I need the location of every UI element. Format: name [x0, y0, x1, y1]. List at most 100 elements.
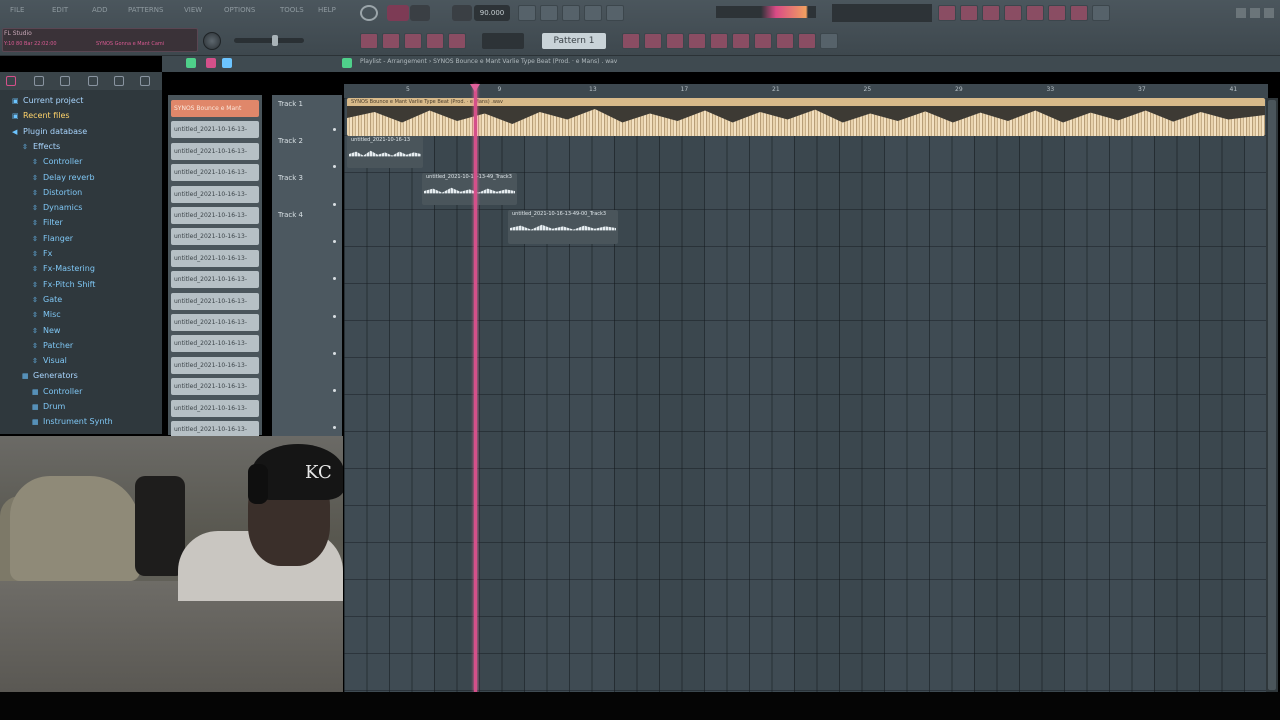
- clip-chip[interactable]: untitled_2021-10-16-13-: [171, 271, 259, 289]
- snap-magnet-icon[interactable]: [186, 58, 196, 68]
- browser-item-gate[interactable]: ⇳ Gate: [32, 295, 62, 304]
- play-button[interactable]: [387, 5, 409, 21]
- one-click-audio-button[interactable]: [1092, 5, 1110, 21]
- piano-roll-button[interactable]: [960, 5, 978, 21]
- arrangement-icon[interactable]: [342, 58, 352, 68]
- clip-chip[interactable]: untitled_2021-10-16-13-: [171, 228, 259, 246]
- browser-item-patcher[interactable]: ⇳ Patcher: [32, 341, 73, 350]
- track-label-1[interactable]: Track 1: [278, 100, 303, 108]
- scrollbar-thumb[interactable]: [1268, 100, 1276, 690]
- browser-item-dynamics[interactable]: ⇳ Dynamics: [32, 203, 82, 212]
- menu-file[interactable]: FILE: [10, 6, 24, 14]
- browser-item-distortion[interactable]: ⇳ Distortion: [32, 188, 82, 197]
- clip-chip-selected[interactable]: SYNOS Bounce e Mant: [171, 100, 259, 117]
- menu-help[interactable]: HELP: [318, 6, 336, 14]
- close-icon[interactable]: [1264, 8, 1274, 18]
- tool-b-icon[interactable]: [776, 33, 794, 49]
- tool-zoom-icon[interactable]: [688, 33, 706, 49]
- clip-chip[interactable]: untitled_2021-10-16-13-: [171, 378, 259, 396]
- mute-tool-icon[interactable]: [448, 33, 466, 49]
- browser-item-flanger[interactable]: ⇳ Flanger: [32, 234, 73, 243]
- tempo-display[interactable]: 90.000: [474, 5, 510, 21]
- menu-add[interactable]: ADD: [92, 6, 108, 14]
- loop-record-button[interactable]: [606, 5, 624, 21]
- track-label-2[interactable]: Track 2: [278, 137, 303, 145]
- playhead[interactable]: [474, 84, 477, 692]
- browser-item-current-project[interactable]: ▣ Current project: [12, 96, 83, 105]
- menu-options[interactable]: OPTIONS: [224, 6, 255, 14]
- menu-view[interactable]: VIEW: [184, 6, 202, 14]
- browser-item-generators[interactable]: ▦ Generators: [22, 371, 78, 380]
- metronome-button[interactable]: [518, 5, 536, 21]
- clip-chip[interactable]: untitled_2021-10-16-13-: [171, 164, 259, 182]
- browser-back-icon[interactable]: [60, 76, 70, 86]
- browser-item-fx[interactable]: ⇳ Fx: [32, 249, 52, 258]
- browser-item-plugin-database[interactable]: ◀ Plugin database: [12, 127, 87, 136]
- browser-collapse-icon[interactable]: [34, 76, 44, 86]
- paint-icon[interactable]: [206, 58, 216, 68]
- audio-clip-track4[interactable]: untitled_2021-10-16-13-49-00_Track3: [508, 210, 618, 244]
- pattern-step-box[interactable]: [482, 33, 524, 49]
- wait-input-button[interactable]: [540, 5, 558, 21]
- clip-chip[interactable]: untitled_2021-10-16-13-: [171, 314, 259, 331]
- clip-chip[interactable]: untitled_2021-10-16-13-: [171, 335, 259, 353]
- browser-item-misc[interactable]: ⇳ Misc: [32, 310, 61, 319]
- track-label-4[interactable]: Track 4: [278, 211, 303, 219]
- mixer-button[interactable]: [1004, 5, 1022, 21]
- tool-slip-icon[interactable]: [622, 33, 640, 49]
- browser-item-instrument-synth[interactable]: ▦ Instrument Synth: [32, 417, 113, 426]
- browser-item-effects[interactable]: ⇳ Effects: [22, 142, 60, 151]
- snap-button[interactable]: [360, 33, 378, 49]
- clip-chip[interactable]: untitled_2021-10-16-13-: [171, 121, 259, 139]
- tool-a-icon[interactable]: [754, 33, 772, 49]
- browser-item-delay-reverb[interactable]: ⇳ Delay reverb: [32, 173, 95, 182]
- clip-chip[interactable]: untitled_2021-10-16-13-: [171, 356, 259, 374]
- browser-item-filter[interactable]: ⇳ Filter: [32, 218, 63, 227]
- tool-playback-icon[interactable]: [710, 33, 728, 49]
- delete-tool-icon[interactable]: [426, 33, 444, 49]
- browser-item-new[interactable]: ⇳ New: [32, 326, 60, 335]
- maximize-icon[interactable]: [1250, 8, 1260, 18]
- audio-clip-track3[interactable]: untitled_2021-10-16-13-49_Track3: [422, 173, 517, 205]
- minimize-icon[interactable]: [1236, 8, 1246, 18]
- menu-tools[interactable]: TOOLS: [280, 6, 304, 14]
- pattern-selector[interactable]: Pattern 1: [542, 33, 606, 49]
- tool-select-icon[interactable]: [666, 33, 684, 49]
- clip-chip[interactable]: untitled_2021-10-16-13-: [171, 207, 259, 224]
- tool-slice-icon[interactable]: [644, 33, 662, 49]
- mixer-quick-icon[interactable]: [732, 33, 750, 49]
- browser-item-fx-pitch-shift[interactable]: ⇳ Fx-Pitch Shift: [32, 280, 95, 289]
- browser-button[interactable]: [1026, 5, 1044, 21]
- browser-star-icon[interactable]: [114, 76, 124, 86]
- audio-clip-main[interactable]: SYNOS Bounce e Mant Varlie Type Beat (Pr…: [347, 98, 1265, 136]
- clip-chip[interactable]: untitled_2021-10-16-13-: [171, 399, 259, 417]
- blend-notes-button[interactable]: [584, 5, 602, 21]
- draw-tool-icon[interactable]: [382, 33, 400, 49]
- clip-chip[interactable]: untitled_2021-10-16-13-: [171, 292, 259, 310]
- browser-search-icon[interactable]: [88, 76, 98, 86]
- clip-chip[interactable]: untitled_2021-10-16-13-: [171, 249, 259, 267]
- browser-item-recent-files[interactable]: ▣ Recent files: [12, 111, 70, 120]
- playhead-marker-icon[interactable]: [470, 84, 480, 92]
- browser-item-controller[interactable]: ⇳ Controller: [32, 157, 82, 166]
- stop-button[interactable]: [410, 5, 430, 21]
- select-icon[interactable]: [222, 58, 232, 68]
- browser-item-controller[interactable]: ▦ Controller: [32, 387, 82, 396]
- tempo-tapper-button[interactable]: [1070, 5, 1088, 21]
- browser-item-visual[interactable]: ⇳ Visual: [32, 356, 67, 365]
- master-volume-knob[interactable]: [203, 32, 221, 50]
- browser-menu-icon[interactable]: [6, 76, 16, 86]
- paint-tool-icon[interactable]: [404, 33, 422, 49]
- timeline-ruler[interactable]: [344, 84, 1268, 98]
- playlist-button[interactable]: [938, 5, 956, 21]
- browser-folder-icon[interactable]: [140, 76, 150, 86]
- browser-item-fx-mastering[interactable]: ⇳ Fx-Mastering: [32, 264, 95, 273]
- tool-c-icon[interactable]: [798, 33, 816, 49]
- audio-clip-track2[interactable]: untitled_2021-10-16-13: [347, 136, 423, 168]
- record-button[interactable]: [452, 5, 472, 21]
- countdown-button[interactable]: [562, 5, 580, 21]
- menu-edit[interactable]: EDIT: [52, 6, 68, 14]
- tool-d-icon[interactable]: [820, 33, 838, 49]
- track-label-3[interactable]: Track 3: [278, 174, 303, 182]
- master-pitch-slider[interactable]: [234, 35, 304, 46]
